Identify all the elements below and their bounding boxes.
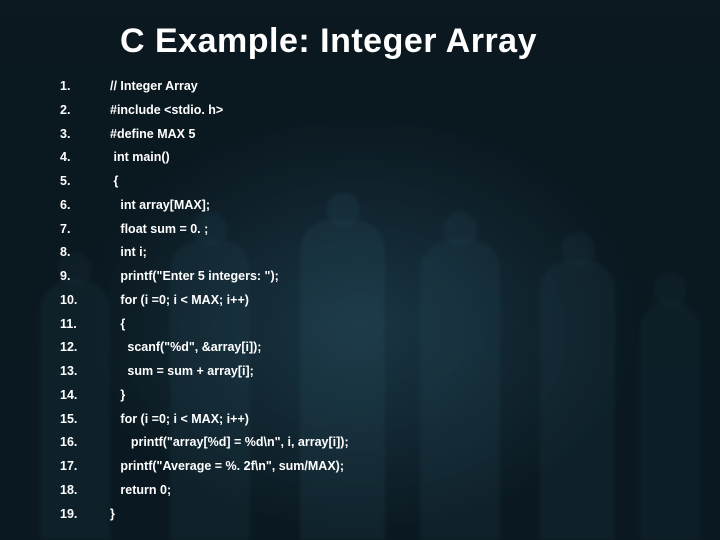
code-line: int main(): [60, 146, 680, 170]
code-line: float sum = 0. ;: [60, 218, 680, 242]
code-listing: // Integer Array #include <stdio. h> #de…: [60, 75, 680, 526]
code-line: {: [60, 170, 680, 194]
code-line: for (i =0; i < MAX; i++): [60, 289, 680, 313]
code-line: printf("array[%d] = %d\n", i, array[i]);: [60, 431, 680, 455]
code-line: printf("Enter 5 integers: ");: [60, 265, 680, 289]
code-line: #include <stdio. h>: [60, 99, 680, 123]
code-line: return 0;: [60, 479, 680, 503]
code-line: #define MAX 5: [60, 123, 680, 147]
code-line: int array[MAX];: [60, 194, 680, 218]
code-line: printf("Average = %. 2f\n", sum/MAX);: [60, 455, 680, 479]
code-line: int i;: [60, 241, 680, 265]
slide-title: C Example: Integer Array: [120, 22, 680, 61]
code-line: // Integer Array: [60, 75, 680, 99]
code-line: {: [60, 313, 680, 337]
code-line: }: [60, 503, 680, 527]
slide: C Example: Integer Array // Integer Arra…: [0, 0, 720, 540]
code-line: sum = sum + array[i];: [60, 360, 680, 384]
code-line: scanf("%d", &array[i]);: [60, 336, 680, 360]
code-line: for (i =0; i < MAX; i++): [60, 408, 680, 432]
code-line: }: [60, 384, 680, 408]
